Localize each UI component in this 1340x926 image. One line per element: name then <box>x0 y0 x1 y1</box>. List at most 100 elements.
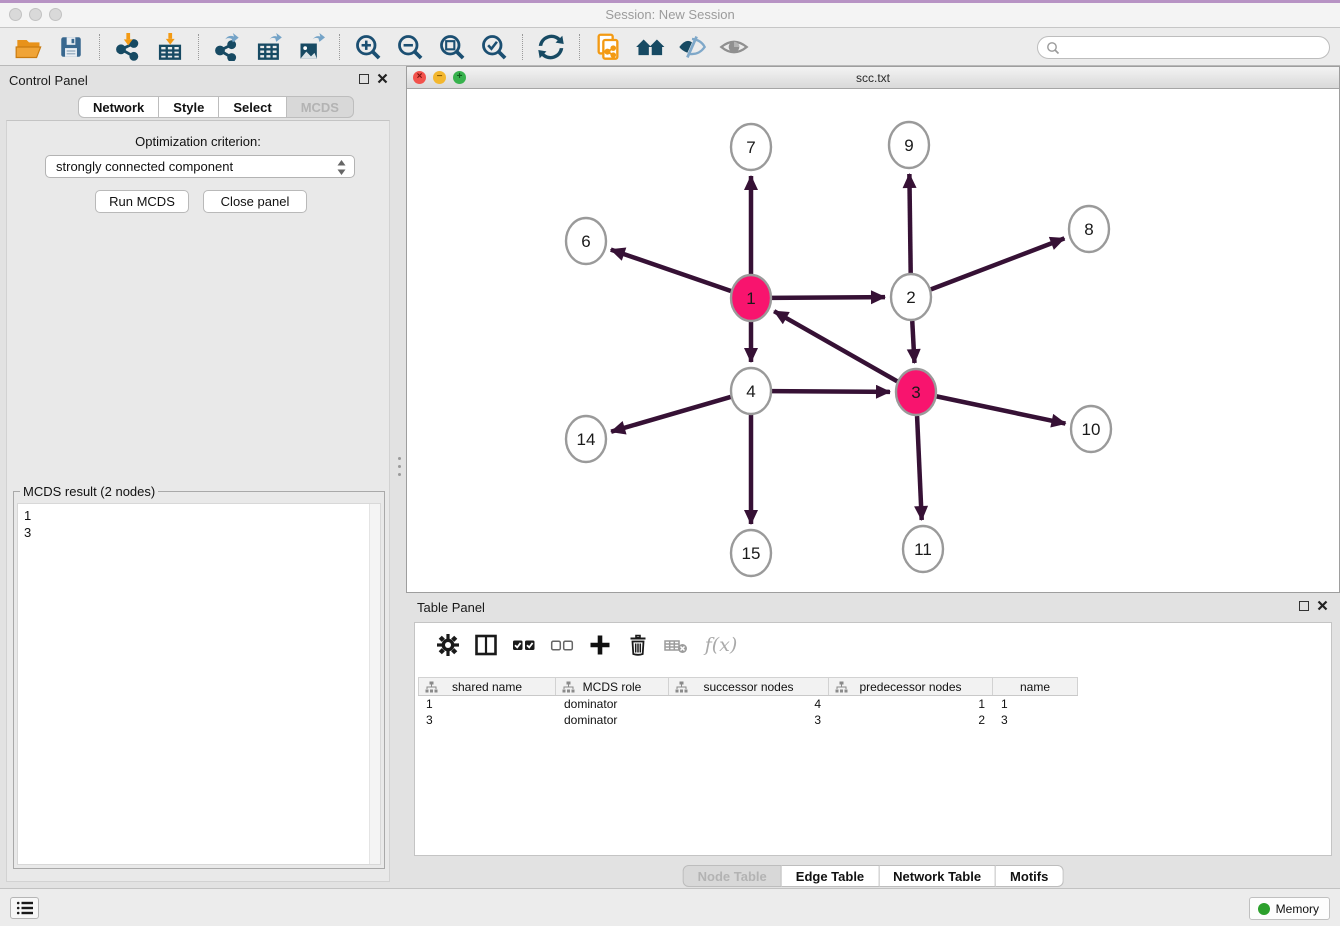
add-row-icon[interactable] <box>585 630 615 660</box>
save-session-icon[interactable] <box>56 32 86 62</box>
table-row[interactable]: 1dominator411 <box>418 696 1078 712</box>
zoom-in-icon[interactable] <box>353 32 383 62</box>
vertical-splitter-handle[interactable] <box>398 452 401 481</box>
status-bar: Memory <box>0 888 1340 926</box>
zoom-selected-icon[interactable] <box>479 32 509 62</box>
graph-node-label-8: 8 <box>1084 220 1093 239</box>
graph-node-label-15: 15 <box>742 544 761 563</box>
toolbar-separator <box>579 34 580 60</box>
table-cell[interactable]: 1 <box>993 696 1078 712</box>
graph-edge-2-9[interactable] <box>909 174 910 273</box>
tab-edge-table[interactable]: Edge Table <box>782 865 879 887</box>
tab-motifs[interactable]: Motifs <box>996 865 1063 887</box>
close-panel-icon[interactable] <box>377 73 388 84</box>
column-header[interactable]: MCDS role <box>556 678 669 695</box>
table-rows: 1dominator4113dominator323 <box>418 696 1078 728</box>
graph-node-label-11: 11 <box>914 540 932 559</box>
export-network-icon[interactable] <box>212 32 242 62</box>
search-icon <box>1046 41 1060 55</box>
network-window-titlebar[interactable]: × − + scc.txt <box>407 67 1339 89</box>
column-header[interactable]: shared name <box>418 678 556 695</box>
zoom-out-icon[interactable] <box>395 32 425 62</box>
node-table: shared nameMCDS rolesuccessor nodes prede… <box>418 677 1078 728</box>
graph-edge-2-8[interactable] <box>931 238 1065 289</box>
task-history-button[interactable] <box>10 897 39 919</box>
open-session-icon[interactable] <box>14 32 44 62</box>
toggle-column-panel-icon[interactable] <box>471 630 501 660</box>
table-cell[interactable]: 3 <box>418 712 556 728</box>
graph-edge-3-11[interactable] <box>917 416 922 520</box>
graph-node-label-7: 7 <box>746 138 755 157</box>
main-toolbar <box>0 28 1340 66</box>
function-builder-icon[interactable]: f(x) <box>699 630 743 660</box>
graph-edge-3-10[interactable] <box>937 396 1066 423</box>
zoom-fit-icon[interactable] <box>437 32 467 62</box>
import-table-from-file-icon[interactable] <box>155 32 185 62</box>
column-header-label: predecessor nodes <box>859 680 961 694</box>
column-header[interactable]: successor nodes <box>669 678 829 695</box>
export-image-icon[interactable] <box>296 32 326 62</box>
table-toolbar: f(x) <box>415 623 1331 667</box>
mcds-result-box[interactable]: 1 3 <box>17 503 381 865</box>
close-panel-icon[interactable] <box>1317 600 1328 611</box>
float-panel-icon[interactable] <box>359 74 369 84</box>
result-scrollbar[interactable] <box>369 504 380 864</box>
import-network-from-file-icon[interactable] <box>113 32 143 62</box>
search-input[interactable] <box>1060 39 1329 57</box>
table-settings-icon[interactable] <box>433 630 463 660</box>
window-top-accent <box>0 0 1340 3</box>
run-mcds-button[interactable]: Run MCDS <box>95 190 189 213</box>
criterion-value: strongly connected component <box>56 159 233 174</box>
column-header[interactable]: name <box>993 678 1078 695</box>
tab-network-table[interactable]: Network Table <box>879 865 996 887</box>
delete-table-icon[interactable] <box>661 630 691 660</box>
table-panel: Table Panel <box>406 593 1340 888</box>
export-table-icon[interactable] <box>254 32 284 62</box>
graph-edge-1-6[interactable] <box>611 250 731 291</box>
unselect-all-icon[interactable] <box>547 630 577 660</box>
control-panel-title: Control Panel <box>9 73 88 88</box>
float-panel-icon[interactable] <box>1299 601 1309 611</box>
hide-graphics-details-icon[interactable] <box>719 32 749 62</box>
refresh-icon[interactable] <box>536 32 566 62</box>
network-graph[interactable]: 7968124314101511 <box>407 89 1339 592</box>
tab-select[interactable]: Select <box>219 96 286 118</box>
tab-style[interactable]: Style <box>159 96 219 118</box>
list-icon <box>16 900 34 916</box>
home-icon[interactable] <box>635 32 665 62</box>
table-row[interactable]: 3dominator323 <box>418 712 1078 728</box>
show-graphics-details-icon[interactable] <box>677 32 707 62</box>
tab-network[interactable]: Network <box>78 96 159 118</box>
close-panel-button[interactable]: Close panel <box>203 190 307 213</box>
graph-node-label-3: 3 <box>911 383 920 402</box>
table-cell[interactable]: dominator <box>556 712 669 728</box>
graph-edge-4-3[interactable] <box>772 391 890 392</box>
select-stepper-icon <box>336 159 347 179</box>
delete-row-icon[interactable] <box>623 630 653 660</box>
new-network-icon[interactable] <box>593 32 623 62</box>
tab-mcds[interactable]: MCDS <box>287 96 354 118</box>
graph-edge-4-14[interactable] <box>611 397 731 432</box>
graph-edge-3-1[interactable] <box>774 311 897 381</box>
toolbar-separator <box>198 34 199 60</box>
tab-node-table[interactable]: Node Table <box>683 865 782 887</box>
table-cell[interactable]: 3 <box>669 712 829 728</box>
mcds-panel: Optimization criterion: strongly connect… <box>6 120 390 882</box>
graph-edge-1-2[interactable] <box>772 297 885 298</box>
graph-node-label-4: 4 <box>746 382 755 401</box>
table-cell[interactable]: 1 <box>829 696 993 712</box>
table-cell[interactable]: dominator <box>556 696 669 712</box>
search-field[interactable] <box>1037 36 1330 59</box>
graph-edge-2-3[interactable] <box>912 321 914 363</box>
table-cell[interactable]: 4 <box>669 696 829 712</box>
select-all-icon[interactable] <box>509 630 539 660</box>
mcds-result-title: MCDS result (2 nodes) <box>20 484 158 499</box>
column-header[interactable]: predecessor nodes <box>829 678 993 695</box>
network-canvas[interactable]: 7968124314101511 <box>407 89 1339 592</box>
criterion-select[interactable]: strongly connected component <box>45 155 355 178</box>
table-cell[interactable]: 2 <box>829 712 993 728</box>
column-header-label: name <box>1020 680 1050 694</box>
table-cell[interactable]: 3 <box>993 712 1078 728</box>
table-cell[interactable]: 1 <box>418 696 556 712</box>
memory-button[interactable]: Memory <box>1249 897 1330 920</box>
